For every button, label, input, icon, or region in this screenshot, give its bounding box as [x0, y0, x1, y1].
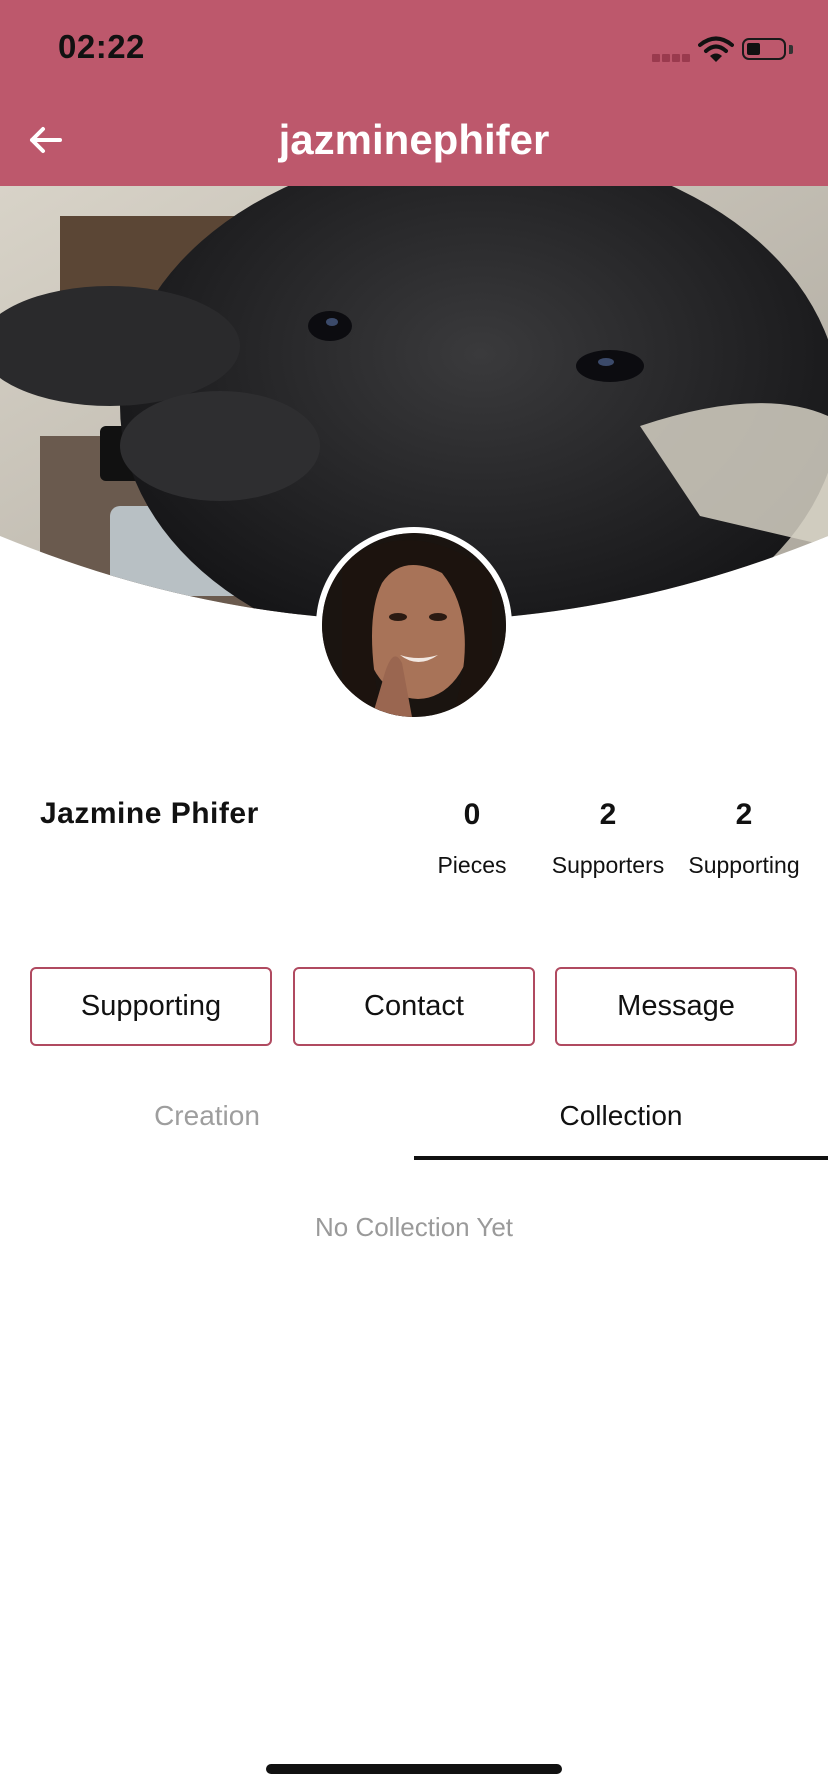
header-bar: 02:22 jazminephifer [0, 0, 828, 186]
profile-avatar[interactable] [316, 527, 512, 723]
message-button[interactable]: Message [555, 967, 797, 1046]
stat-supporting[interactable]: 2 Supporting [674, 798, 814, 879]
display-name: Jazmine Phifer [40, 797, 259, 830]
stat-supporters[interactable]: 2 Supporters [538, 798, 678, 879]
empty-collection-message: No Collection Yet [314, 1212, 514, 1242]
status-time: 02:22 [58, 28, 145, 65]
cellular-signal-icon [652, 54, 692, 64]
stat-pieces-label: Pieces [437, 852, 507, 878]
battery-cap [789, 45, 793, 54]
supporting-button[interactable]: Supporting [30, 967, 272, 1046]
active-tab-indicator [414, 1156, 828, 1160]
home-indicator[interactable] [266, 1764, 562, 1774]
stat-supporters-label: Supporters [551, 852, 665, 878]
stat-supporters-value: 2 [599, 798, 617, 831]
contact-button[interactable]: Contact [293, 967, 535, 1046]
page-title: jazminephifer [278, 116, 550, 163]
battery-icon [742, 38, 786, 60]
stat-supporting-label: Supporting [688, 852, 800, 878]
stat-supporting-value: 2 [735, 798, 753, 831]
stat-pieces-value: 0 [463, 798, 481, 831]
tab-collection[interactable]: Collection [414, 1100, 828, 1132]
tab-creation[interactable]: Creation [0, 1100, 414, 1132]
stat-pieces[interactable]: 0 Pieces [402, 798, 542, 879]
wifi-icon [698, 36, 734, 62]
